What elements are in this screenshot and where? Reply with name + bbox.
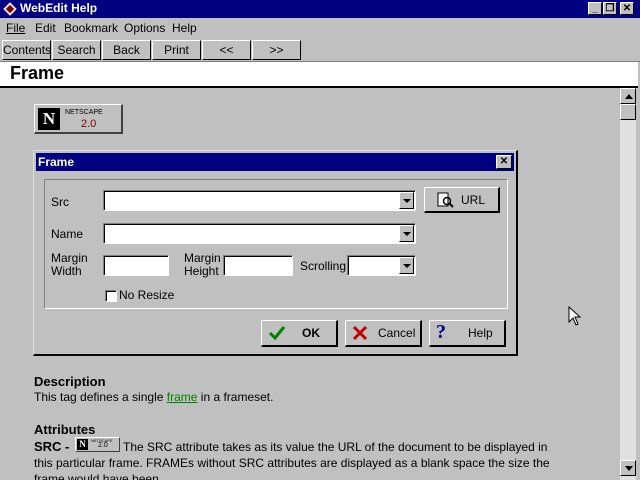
app-icon — [3, 2, 17, 16]
cross-icon — [352, 325, 368, 341]
src-dropdown-button[interactable] — [399, 192, 414, 209]
scrolling-combo[interactable] — [347, 255, 416, 276]
netscape-logo-small-icon: N — [77, 439, 88, 450]
badge-version-small: 2.0 — [98, 442, 108, 449]
arrow-up-icon — [625, 94, 633, 99]
description-text: This tag defines a single frame in a fra… — [34, 390, 274, 404]
browse-forward-button[interactable]: >> — [252, 40, 301, 60]
cancel-button-label: Cancel — [378, 326, 416, 340]
document-search-icon — [437, 192, 454, 208]
button-bar: Contents Search Back Print << >> — [0, 39, 640, 62]
name-dropdown-button[interactable] — [399, 225, 414, 242]
no-resize-label: No Resize — [119, 288, 175, 302]
dialog-close-icon[interactable]: ✕ — [496, 155, 512, 169]
back-button[interactable]: Back — [102, 40, 151, 60]
cancel-button[interactable]: Cancel — [345, 320, 422, 347]
contents-button[interactable]: Contents — [2, 40, 51, 60]
src-description-line-1: The SRC attribute takes as its value the… — [123, 440, 548, 454]
margin-width-field[interactable] — [103, 255, 169, 276]
src-description-line-2: this particular frame. FRAMEs without SR… — [34, 456, 550, 470]
margin-height-label: Margin Height — [184, 251, 221, 278]
browse-back-button[interactable]: << — [202, 40, 251, 60]
mouse-cursor-icon — [568, 306, 582, 326]
menu-bar: File Edit Bookmark Options Help — [0, 19, 640, 38]
menu-file[interactable]: File — [6, 21, 25, 35]
netscape-logo-icon: N — [38, 108, 60, 130]
minimize-icon[interactable]: _ — [588, 2, 602, 15]
frame-link[interactable]: frame — [167, 390, 198, 404]
title-bar: WebEdit Help _ ❐ ✕ — [0, 0, 640, 18]
url-button[interactable]: URL — [424, 187, 500, 213]
scrolling-label: Scrolling — [300, 259, 347, 273]
name-label: Name — [51, 227, 84, 241]
netscape-badge-small: N NETSCAPE 2.0 — [75, 437, 120, 452]
margin-width-label: Margin Width — [51, 251, 88, 278]
search-button[interactable]: Search — [52, 40, 101, 60]
close-icon[interactable]: ✕ — [620, 2, 634, 15]
chevron-down-icon — [403, 264, 411, 268]
badge-version: 2.0 — [81, 118, 97, 130]
checkmark-icon — [268, 326, 286, 341]
help-button[interactable]: ? Help — [429, 320, 506, 347]
netscape-badge: N NETSCAPE 2.0 — [34, 104, 123, 134]
question-mark-icon: ? — [436, 321, 446, 343]
chevron-down-icon — [403, 232, 411, 236]
vertical-scrollbar[interactable] — [620, 88, 636, 480]
src-label: Src — [51, 195, 69, 209]
url-button-label: URL — [461, 193, 486, 207]
scrolling-dropdown-button[interactable] — [399, 257, 414, 274]
topic-header: Frame — [0, 62, 638, 88]
frame-dialog: Frame ✕ Src URL Name Margin Width Margin H… — [33, 150, 518, 356]
restore-icon[interactable]: ❐ — [603, 2, 617, 15]
src-term: SRC - — [34, 439, 70, 454]
attributes-heading: Attributes — [34, 422, 96, 437]
name-combo[interactable] — [103, 223, 416, 244]
arrow-down-icon — [625, 466, 633, 471]
print-button[interactable]: Print — [152, 40, 201, 60]
dialog-title-bar: Frame ✕ — [36, 153, 514, 171]
chevron-down-icon — [403, 199, 411, 203]
ok-button[interactable]: OK — [261, 320, 338, 347]
margin-height-field[interactable] — [223, 255, 293, 276]
topic-title: Frame — [10, 63, 65, 83]
menu-options[interactable]: Options — [124, 21, 165, 35]
menu-bookmark[interactable]: Bookmark — [64, 21, 118, 35]
menu-edit[interactable]: Edit — [35, 21, 56, 35]
scroll-up-button[interactable] — [620, 88, 636, 104]
ok-button-label: OK — [302, 326, 320, 340]
menu-help[interactable]: Help — [172, 21, 197, 35]
no-resize-checkbox[interactable] — [105, 290, 117, 302]
badge-word: NETSCAPE — [65, 109, 103, 116]
description-heading: Description — [34, 374, 106, 389]
dialog-title: Frame — [38, 155, 75, 169]
scroll-thumb[interactable] — [620, 104, 636, 120]
src-description-line-3: frame would have been. — [34, 472, 163, 480]
dialog-fields-group: Src URL Name Margin Width Margin Height Sc… — [44, 179, 508, 309]
window-title: WebEdit Help — [20, 1, 98, 15]
src-combo[interactable] — [103, 190, 416, 211]
help-button-label: Help — [468, 326, 493, 340]
scroll-down-button[interactable] — [620, 460, 636, 476]
